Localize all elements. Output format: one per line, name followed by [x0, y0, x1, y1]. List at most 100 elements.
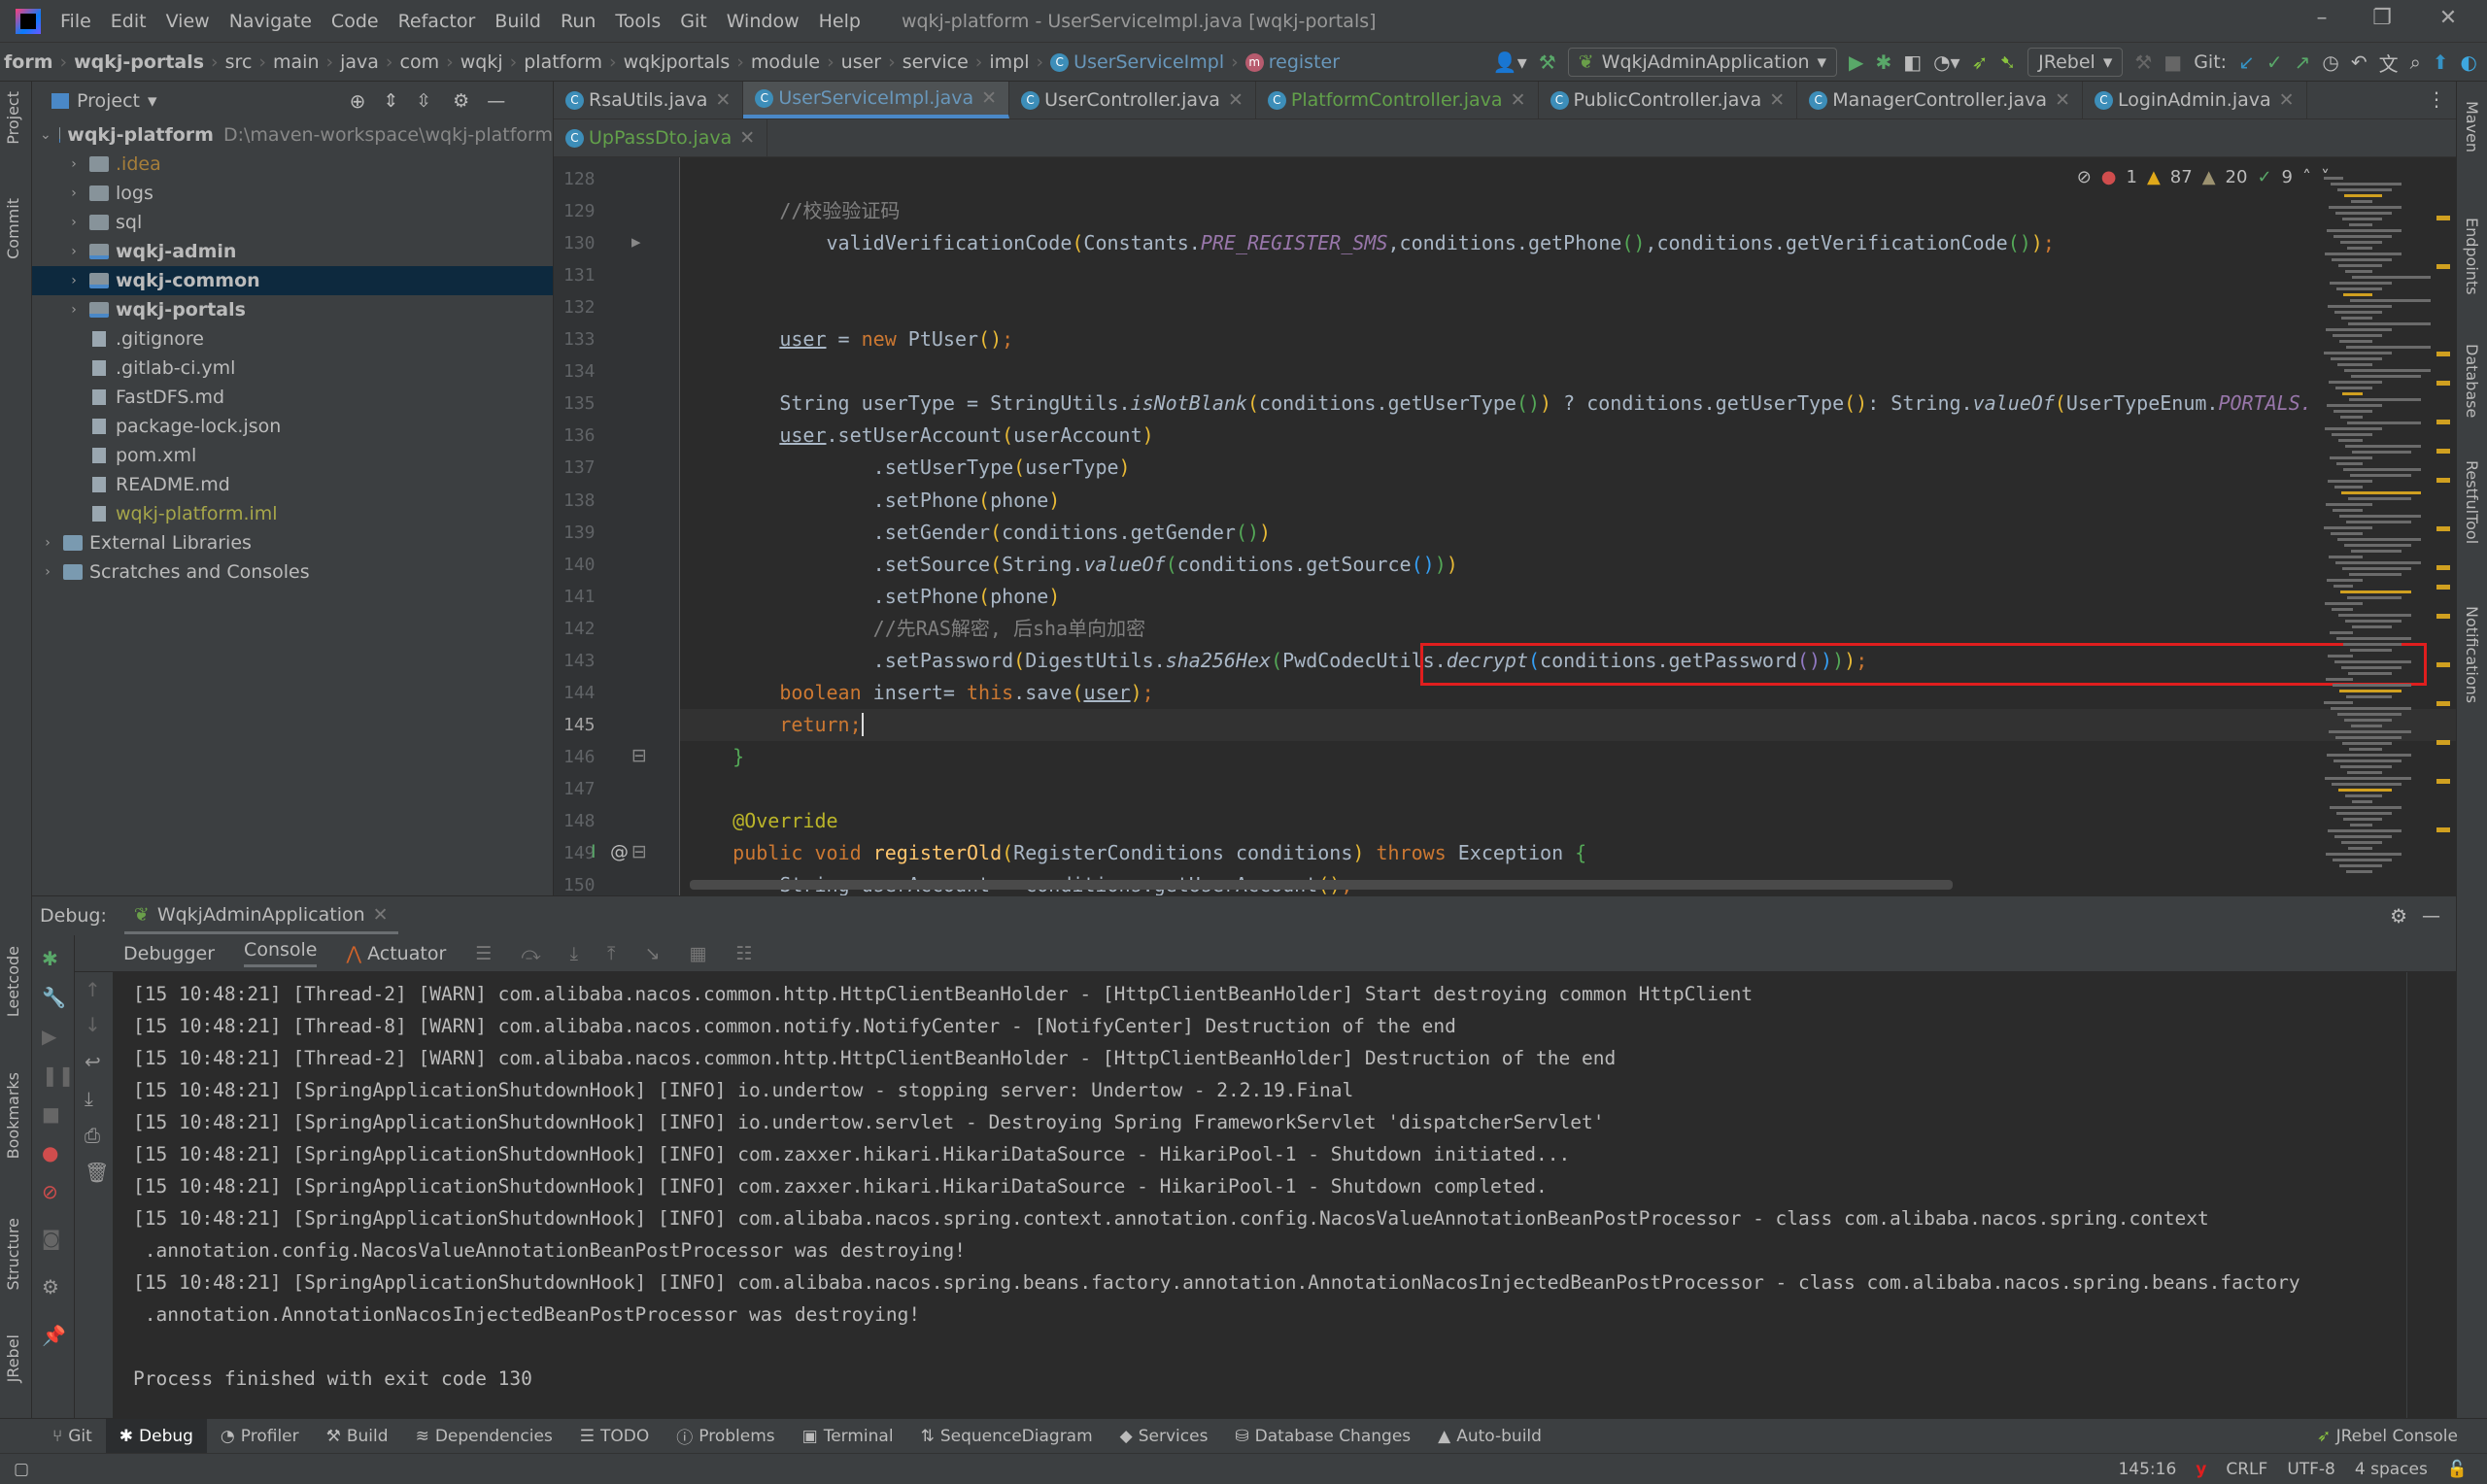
chevron-right-icon[interactable]: ›	[66, 244, 82, 259]
indent-setting[interactable]: 4 spaces	[2355, 1460, 2428, 1479]
gear-icon[interactable]: ⚙	[453, 90, 469, 112]
jrebel-debug-icon[interactable]: ➷	[1999, 51, 2016, 74]
close-icon[interactable]: ✕	[715, 89, 731, 111]
warning-marker[interactable]	[2436, 701, 2450, 706]
database-tool-button[interactable]: Database	[2463, 344, 2481, 418]
close-icon[interactable]: ✕	[1228, 89, 1244, 111]
search-icon[interactable]: ⌕	[2410, 51, 2421, 74]
tool-dependencies[interactable]: ≋ Dependencies	[402, 1419, 566, 1454]
breadcrumb-item[interactable]: java	[336, 51, 383, 73]
debug-session-tab[interactable]: ❦ WqkjAdminApplication ✕	[123, 898, 398, 934]
step-into-icon[interactable]: ⤓	[570, 943, 578, 964]
tab-console[interactable]: Console	[244, 939, 318, 967]
warning-marker[interactable]	[2436, 264, 2450, 269]
view-breakpoints-icon[interactable]: ●	[42, 1141, 58, 1164]
menu-navigate[interactable]: Navigate	[229, 11, 312, 32]
chevron-right-icon[interactable]: ›	[66, 215, 82, 230]
menu-tools[interactable]: Tools	[615, 11, 661, 32]
user-icon[interactable]: 👤▾	[1493, 51, 1527, 74]
tree-item[interactable]: › wqkj-common	[32, 266, 553, 295]
tab-usercontroller[interactable]: C UserController.java ✕	[1009, 82, 1256, 118]
project-tool-button[interactable]: Project	[4, 91, 22, 145]
caret-position[interactable]: 145:16	[2118, 1460, 2176, 1479]
breadcrumb-item[interactable]: user	[837, 51, 885, 73]
tool-profiler[interactable]: ◔ Profiler	[207, 1419, 313, 1454]
chevron-down-icon[interactable]: ▾	[148, 90, 157, 112]
tool-sequencediagram[interactable]: ⇅ SequenceDiagram	[907, 1419, 1107, 1454]
bookmarks-tool-button[interactable]: Bookmarks	[4, 1072, 22, 1159]
print-icon[interactable]: ⎙	[85, 1124, 100, 1147]
tab-uppassdto[interactable]: C UpPassDto.java ✕	[554, 119, 768, 156]
notifications-tool-button[interactable]: Notifications	[2463, 606, 2481, 703]
project-panel-title[interactable]: Project	[77, 90, 140, 112]
tab-actuator[interactable]: ⋀ Actuator	[346, 943, 446, 964]
minimize-button[interactable]: –	[2302, 6, 2341, 30]
tree-item[interactable]: wqkj-platform.iml	[32, 499, 553, 528]
breadcrumb-item[interactable]: service	[899, 51, 972, 73]
jrebel-tool-button[interactable]: JRebel	[4, 1334, 22, 1382]
lock-icon[interactable]: 🔓	[2447, 1460, 2468, 1479]
git-push-icon[interactable]: ↗	[2295, 51, 2311, 74]
close-icon[interactable]: ✕	[981, 87, 997, 109]
tree-item[interactable]: › Scratches and Consoles	[32, 557, 553, 587]
more-tabs-icon[interactable]: ⋮	[2427, 87, 2446, 111]
implements-icon[interactable]: I	[591, 841, 596, 862]
tree-item[interactable]: package-lock.json	[32, 412, 553, 441]
chevron-right-icon[interactable]: ›	[66, 156, 82, 172]
git-commit-icon[interactable]: ✓	[2266, 51, 2283, 74]
history-icon[interactable]: ◷	[2322, 51, 2338, 74]
hide-icon[interactable]: —	[2422, 905, 2440, 927]
tool-build[interactable]: ⚒ Build	[313, 1419, 402, 1454]
tab-rsautils[interactable]: C RsaUtils.java ✕	[554, 82, 744, 118]
code-editor[interactable]: 128 129 130 131 132 133 134 135 136 137 138 139 140 1…	[554, 157, 2456, 895]
breadcrumb-item[interactable]: wqkj	[457, 51, 507, 73]
update-icon[interactable]: ⬆	[2433, 51, 2449, 74]
tab-platformcontroller[interactable]: C PlatformController.java ✕	[1256, 82, 1539, 118]
breadcrumb-item[interactable]: main	[269, 51, 323, 73]
resume-icon[interactable]: ▶	[42, 1025, 56, 1048]
menu-edit[interactable]: Edit	[111, 11, 147, 32]
console-output[interactable]: [15 10:48:21] [Thread-2] [WARN] com.alib…	[114, 972, 2406, 1419]
endpoints-tool-button[interactable]: Endpoints	[2463, 218, 2481, 295]
menu-run[interactable]: Run	[561, 11, 596, 32]
override-icon[interactable]: @	[610, 841, 629, 862]
jrebel-console-button[interactable]: ➶ JRebel Console	[2317, 1427, 2458, 1446]
tool-database-changes[interactable]: ⛁ Database Changes	[1221, 1419, 1424, 1454]
warning-marker[interactable]	[2436, 585, 2450, 590]
tab-publiccontroller[interactable]: C PublicController.java ✕	[1539, 82, 1798, 118]
rerun-debug-icon[interactable]: ✱	[42, 947, 58, 970]
warning-marker[interactable]	[2436, 352, 2450, 356]
breadcrumb-item[interactable]: form	[0, 51, 57, 73]
coverage-icon[interactable]: ◧	[1903, 51, 1922, 74]
tree-item[interactable]: › .idea	[32, 150, 553, 179]
breadcrumb-item[interactable]: impl	[985, 51, 1033, 73]
close-icon[interactable]: ✕	[2055, 89, 2070, 111]
menu-build[interactable]: Build	[494, 11, 541, 32]
tab-managercontroller[interactable]: C ManagerController.java ✕	[1797, 82, 2083, 118]
breadcrumb-item[interactable]: src	[221, 51, 256, 73]
tree-item[interactable]: .gitignore	[32, 324, 553, 354]
tree-item[interactable]: pom.xml	[32, 441, 553, 470]
code-with-me-icon[interactable]: ◐	[2461, 51, 2477, 74]
youdao-icon[interactable]: y	[2196, 1460, 2206, 1479]
hide-icon[interactable]: —	[487, 90, 505, 112]
toggle-tool-windows-icon[interactable]: ▢	[14, 1460, 29, 1479]
reader-mode-icon[interactable]: ⊘	[2077, 167, 2092, 187]
menu-window[interactable]: Window	[727, 11, 800, 32]
step-out-icon[interactable]: ⤒	[607, 943, 615, 964]
menu-help[interactable]: Help	[819, 11, 861, 32]
rollback-icon[interactable]: ↶	[2351, 51, 2368, 74]
previous-problem-icon[interactable]: ˄	[2302, 167, 2311, 187]
close-window-button[interactable]: ✕	[2429, 6, 2468, 30]
menu-code[interactable]: Code	[331, 11, 379, 32]
warning-marker[interactable]	[2436, 565, 2450, 570]
restfultool-tool-button[interactable]: RestfulTool	[2463, 460, 2481, 544]
translate-icon[interactable]: 文	[2379, 49, 2399, 77]
tree-item[interactable]: › logs	[32, 179, 553, 208]
menu-file[interactable]: File	[60, 11, 91, 32]
chevron-right-icon[interactable]: ›	[66, 302, 82, 318]
mute-breakpoints-icon[interactable]: ⊘	[42, 1180, 58, 1203]
layout-icon[interactable]: ☰	[475, 943, 492, 964]
tab-userserviceimpl[interactable]: C UserServiceImpl.java ✕	[743, 82, 1010, 118]
tab-debugger[interactable]: Debugger	[123, 943, 215, 964]
